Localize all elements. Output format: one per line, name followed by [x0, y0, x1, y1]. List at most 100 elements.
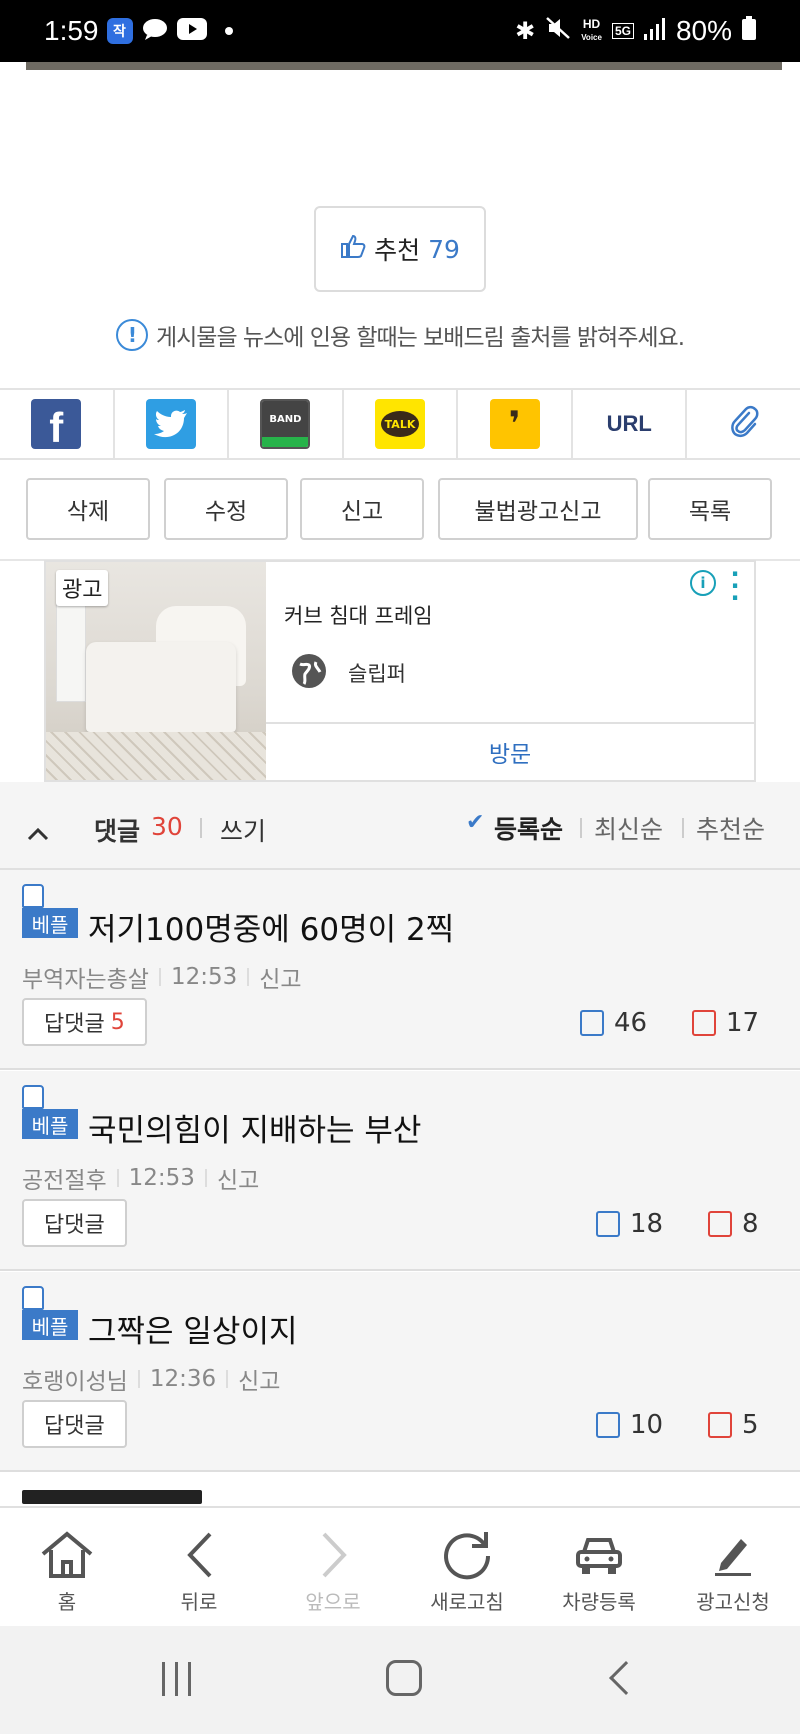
share-twitter-button[interactable]: [115, 390, 230, 458]
share-band-button[interactable]: BAND: [229, 390, 344, 458]
share-bar: f BAND TALK ❜ URL: [0, 388, 800, 460]
ad-badge: 광고: [56, 570, 109, 606]
best-comment-badge: 베플: [22, 1286, 78, 1342]
home-icon: [39, 1524, 95, 1586]
system-navigation-bar: [0, 1626, 800, 1734]
divider: [580, 818, 582, 838]
system-back-icon[interactable]: [609, 1661, 643, 1695]
comment-author[interactable]: 호랭이성님: [22, 1362, 128, 1396]
share-kakaotalk-button[interactable]: TALK: [344, 390, 459, 458]
pencil-icon: [713, 1524, 753, 1586]
comments-header: 댓글 30 쓰기 ✔ 등록순 최신순 추천순: [0, 782, 800, 870]
sort-registered-tab[interactable]: 등록순: [494, 810, 563, 846]
reply-button[interactable]: 답댓글: [22, 1199, 127, 1247]
thumbs-up-icon: [596, 1412, 620, 1438]
info-icon: !: [115, 319, 148, 351]
article-image-bottom-edge: [26, 62, 782, 70]
ad-title[interactable]: 커브 침대 프레임: [284, 600, 433, 630]
comment-meta: 공전절후 12:53 신고: [22, 1161, 259, 1195]
thumbs-down-icon: [708, 1211, 732, 1237]
thumbs-up-icon: [22, 884, 44, 908]
youtube-icon: [176, 18, 207, 44]
illegal-ad-report-button[interactable]: 불법광고신고: [438, 478, 638, 540]
home-circle-icon[interactable]: [386, 1660, 422, 1696]
nav-forward-button[interactable]: 앞으로: [268, 1508, 398, 1628]
recommend-count: 79: [428, 234, 460, 264]
recommend-button[interactable]: 추천 79: [314, 206, 486, 292]
comment-meta: 부역자는총살 12:53 신고: [22, 960, 302, 994]
comment-author[interactable]: 공전절후: [22, 1161, 107, 1195]
comment-time: 12:53: [170, 964, 238, 990]
check-icon: ✔: [466, 810, 485, 835]
share-facebook-button[interactable]: f: [0, 390, 115, 458]
comment-item: 베플 국민의힘이 지배하는 부산 공전절후 12:53 신고 답댓글 18 8: [0, 1071, 800, 1271]
comment-time: 12:53: [128, 1165, 195, 1191]
thumbs-up-icon: [22, 1085, 44, 1109]
hd-voice-icon: HD Voice: [581, 17, 602, 42]
thumbs-up-icon: [580, 1010, 604, 1036]
network-5g-icon: 5G: [611, 23, 634, 39]
comment-text: 저기100명중에 60명이 2찍: [88, 912, 455, 948]
recommend-label: 추천: [374, 236, 421, 265]
attachment-button[interactable]: [687, 390, 800, 458]
more-vertical-icon[interactable]: · · ·: [730, 562, 740, 610]
reply-button[interactable]: 답댓글 5: [22, 998, 147, 1046]
share-url-button[interactable]: URL: [573, 390, 688, 458]
upvote-button[interactable]: 10: [596, 1410, 663, 1440]
downvote-button[interactable]: 5: [708, 1410, 759, 1440]
report-button[interactable]: 신고: [300, 478, 424, 540]
nav-ad-apply-button[interactable]: 광고신청: [668, 1508, 798, 1628]
ad-visit-button[interactable]: 방문: [266, 724, 754, 780]
reply-button[interactable]: 답댓글: [22, 1400, 127, 1448]
downvote-button[interactable]: 8: [708, 1209, 759, 1239]
list-button[interactable]: 목록: [648, 478, 772, 540]
ad-advertiser: 슬립퍼: [348, 662, 406, 686]
comment-time: 12:36: [149, 1366, 217, 1392]
battery-percent: 80%: [675, 15, 732, 46]
comment-author[interactable]: 부역자는총살: [22, 960, 149, 994]
downvote-button[interactable]: 17: [692, 1008, 759, 1038]
comment-report-link[interactable]: 신고: [217, 1161, 259, 1195]
bluetooth-icon: ✱: [515, 17, 536, 45]
kakaostory-icon: ❜: [489, 399, 540, 449]
ad-image[interactable]: 광고: [46, 562, 266, 780]
comments-title: 댓글: [94, 817, 141, 846]
ad-info-icon[interactable]: i: [690, 570, 716, 596]
comment-meta: 호랭이성님 12:36 신고: [22, 1362, 280, 1396]
best-comment-badge: 베플: [22, 884, 78, 940]
sort-latest-tab[interactable]: 최신순: [594, 810, 663, 846]
nav-refresh-button[interactable]: 새로고침: [402, 1508, 532, 1628]
sort-recommended-tab[interactable]: 추천순: [696, 810, 765, 846]
ad-banner[interactable]: 광고 커브 침대 프레임 슬립퍼 i · · · 방문: [44, 560, 756, 782]
citation-notice: ! 게시물을 뉴스에 인용 할때는 보배드림 출처를 밝혀주세요.: [0, 318, 800, 352]
thumbs-up-icon: [22, 1286, 44, 1310]
write-comment-link[interactable]: 쓰기: [220, 812, 266, 848]
attachment-icon: [729, 405, 759, 443]
mute-icon: [545, 15, 571, 47]
comment-item: 베플 저기100명중에 60명이 2찍 부역자는총살 12:53 신고 답댓글 5…: [0, 870, 800, 1070]
nav-home-button[interactable]: 홈: [2, 1508, 132, 1628]
recent-apps-icon[interactable]: [162, 1662, 198, 1696]
url-icon: URL: [606, 411, 652, 436]
app-notification-icon: 작: [106, 18, 133, 44]
chevron-right-icon: [318, 1524, 348, 1586]
comment-report-link[interactable]: 신고: [238, 1362, 280, 1396]
chevron-left-icon: [184, 1524, 214, 1586]
best-comment-badge: 베플: [22, 1085, 78, 1141]
refresh-icon: [440, 1524, 494, 1586]
nav-back-button[interactable]: 뒤로: [134, 1508, 264, 1628]
status-bar: 1:59 작 ✱ HD Voice 5G 80%: [0, 0, 800, 62]
facebook-icon: f: [31, 399, 82, 451]
collapse-chevron-up-icon[interactable]: [26, 816, 50, 849]
twitter-icon: [145, 399, 196, 449]
signal-icon: [643, 15, 666, 47]
edit-button[interactable]: 수정: [164, 478, 288, 540]
delete-button[interactable]: 삭제: [26, 478, 150, 540]
nav-car-register-button[interactable]: 차량등록: [534, 1508, 664, 1628]
upvote-button[interactable]: 46: [580, 1008, 647, 1038]
upvote-button[interactable]: 18: [596, 1209, 663, 1239]
bottom-navigation: 홈 뒤로 앞으로 새로고침 차량등록 광고신청: [0, 1506, 800, 1626]
battery-icon: [742, 15, 756, 47]
share-kakaostory-button[interactable]: ❜: [458, 390, 573, 458]
comment-report-link[interactable]: 신고: [259, 960, 301, 994]
